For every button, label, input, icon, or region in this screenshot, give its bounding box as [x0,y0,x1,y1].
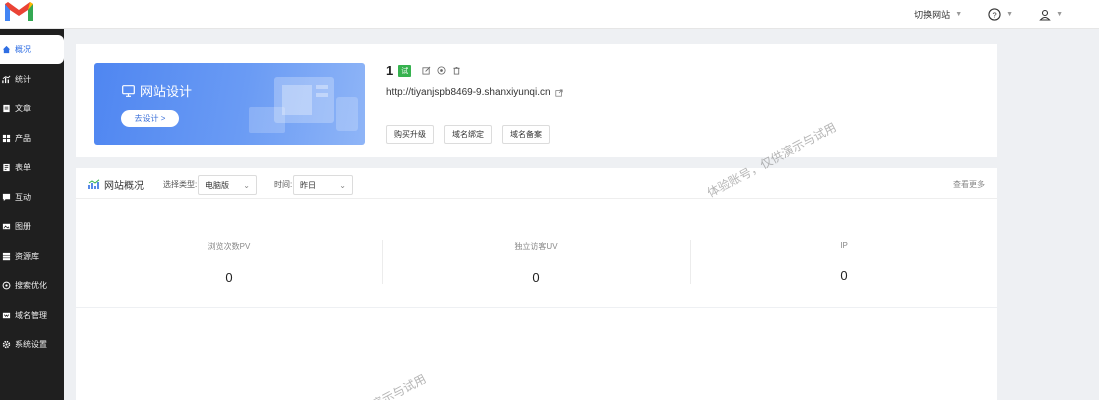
chevron-down-icon: ▼ [1006,11,1014,18]
sidebar-item-label: 统计 [15,75,31,84]
database-icon [2,252,11,261]
edit-icon[interactable] [422,66,431,75]
domain-icon [2,311,11,320]
sidebar: 概况 统计 文章 产品 表单 互动 图册 资源库 搜索优化 域名管理 系统设置 [0,29,64,400]
grid-icon [2,134,11,143]
help-circle-icon: ? [988,8,1001,21]
sidebar-item-album[interactable]: 图册 [0,212,64,241]
stat-label: IP [840,241,848,250]
switch-site-button[interactable]: 切换网站 ▼ [914,8,962,21]
view-more-link[interactable]: 查看更多 [953,179,985,190]
sidebar-item-settings[interactable]: 系统设置 [0,330,64,359]
stat-label: 浏览次数PV [207,242,251,251]
time-filter-label: 时间: [274,180,293,189]
sidebar-item-domain[interactable]: 域名管理 [0,301,64,330]
trend-chart-icon [88,179,100,189]
sidebar-item-articles[interactable]: 文章 [0,94,64,123]
site-design-banner[interactable]: 网站设计 去设计 > [94,63,365,145]
banner-title-text: 网站设计 [140,84,193,99]
sidebar-item-resources[interactable]: 资源库 [0,242,64,271]
gmail-logo-icon[interactable] [2,0,36,22]
sidebar-item-label: 图册 [15,222,31,231]
overview-title: 网站概况 [88,177,144,192]
site-url: http://tiyanjspb8469-9.shanxiyunqi.cn [386,87,563,98]
sidebar-item-label: 资源库 [15,252,39,261]
form-icon [2,163,11,172]
sidebar-item-label: 域名管理 [15,311,47,320]
gear-icon [2,340,11,349]
site-action-buttons: 购买升级 域名绑定 域名备案 [386,125,550,144]
stat-ip: IP 0 [691,238,997,288]
sidebar-item-products[interactable]: 产品 [0,124,64,153]
sidebar-item-forms[interactable]: 表单 [0,153,64,182]
time-select-value: 昨日 [300,180,316,190]
stat-label: 独立访客UV [514,242,558,251]
sidebar-item-overview[interactable]: 概况 [0,35,64,64]
article-icon [2,104,11,113]
stat-value: 0 [840,268,848,283]
chart-icon [2,75,11,84]
seo-icon [2,281,11,290]
stat-uv: 独立访客UV 0 [383,238,689,288]
trial-badge: 试 [398,64,412,77]
sidebar-item-label: 文章 [15,104,31,113]
type-select[interactable]: 电脑版 ⌄ [198,175,257,195]
chevron-down-icon: ⌄ [339,181,346,190]
stat-value: 0 [532,270,540,285]
type-select-value: 电脑版 [205,180,229,190]
album-icon [2,222,11,231]
monitor-icon [122,84,135,97]
overview-title-text: 网站概况 [104,181,144,192]
design-illustration-icon [249,77,358,133]
domain-record-button[interactable]: 域名备案 [502,125,550,144]
site-number: 1 试 [386,63,461,78]
sidebar-item-label: 互动 [15,193,31,202]
help-button[interactable]: ? ▼ [988,8,1013,21]
sidebar-item-label: 系统设置 [15,340,47,349]
stat-value: 0 [225,270,233,285]
site-number-text: 1 [386,63,394,78]
bind-domain-button[interactable]: 域名绑定 [444,125,492,144]
overview-header: 网站概况 选择类型: 电脑版 ⌄ 时间: 昨日 ⌄ 查看更多 [76,168,997,199]
go-design-button[interactable]: 去设计 > [121,110,179,127]
chevron-down-icon: ⌄ [243,181,250,190]
overview-chart-area [76,308,997,400]
sidebar-item-label: 产品 [15,134,31,143]
chevron-down-icon: ▼ [1056,11,1063,18]
chevron-down-icon: ▼ [955,11,963,18]
sidebar-item-seo[interactable]: 搜索优化 [0,271,64,300]
upgrade-button[interactable]: 购买升级 [386,125,434,144]
sidebar-item-label: 表单 [15,163,31,172]
sidebar-item-interaction[interactable]: 互动 [0,183,64,212]
user-icon [1039,9,1051,21]
sidebar-item-label: 概况 [15,45,31,54]
stat-pv: 浏览次数PV 0 [76,238,382,288]
sidebar-item-label: 搜索优化 [15,281,47,290]
top-bar: 切换网站 ▼ ? ▼ ▼ [0,0,1099,29]
time-select[interactable]: 昨日 ⌄ [293,175,353,195]
preview-icon[interactable] [437,66,446,75]
banner-title: 网站设计 [122,81,192,100]
home-icon [2,45,11,54]
site-url-link[interactable]: http://tiyanjspb8469-9.shanxiyunqi.cn [386,87,551,98]
user-menu-button[interactable]: ▼ [1039,9,1063,21]
sidebar-item-stats[interactable]: 统计 [0,65,64,94]
chat-icon [2,193,11,202]
svg-text:?: ? [993,10,997,19]
switch-site-label: 切换网站 [914,10,951,20]
type-filter-label: 选择类型: [163,180,198,189]
delete-icon[interactable] [452,66,461,75]
external-link-icon[interactable] [555,88,563,97]
